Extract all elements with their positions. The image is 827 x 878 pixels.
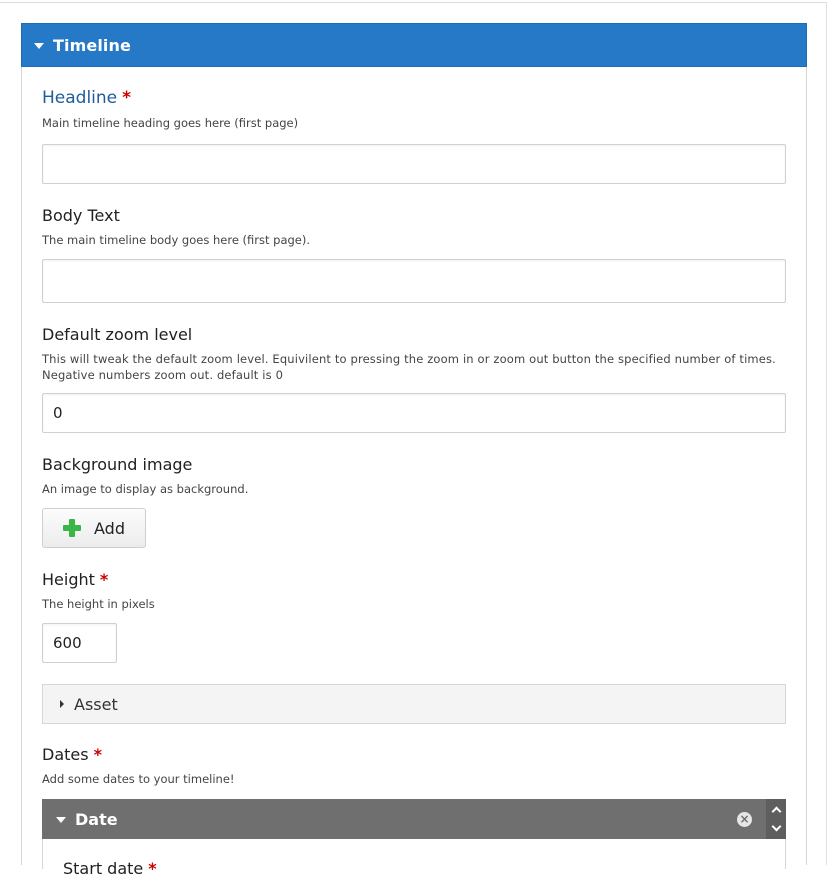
body-text-description: The main timeline body goes here (first … — [42, 233, 311, 247]
dates-description: Add some dates to your timeline! — [42, 772, 235, 786]
headline-field: Headline * Main timeline heading goes he… — [42, 88, 786, 131]
add-button-label: Add — [94, 518, 125, 538]
required-marker: * — [148, 859, 157, 878]
asset-panel-header[interactable]: Asset — [42, 684, 786, 724]
chevron-up-icon[interactable] — [771, 806, 781, 817]
dates-label: Dates * — [42, 745, 102, 764]
background-image-label: Background image — [42, 455, 193, 474]
body-text-input[interactable] — [42, 259, 786, 303]
default-zoom-label: Default zoom level — [42, 325, 193, 344]
default-zoom-input[interactable] — [42, 393, 786, 433]
caret-down-icon — [34, 42, 44, 49]
headline-label: Headline * — [42, 88, 132, 108]
chevron-down-icon[interactable] — [771, 821, 781, 832]
plus-icon — [63, 519, 81, 537]
start-date-label: Start date * — [63, 859, 157, 878]
headline-description: Main timeline heading goes here (first p… — [42, 116, 299, 130]
background-image-field: Background image An image to display as … — [42, 455, 786, 497]
add-image-button[interactable]: Add — [42, 508, 146, 548]
height-field: Height * The height in pixels — [42, 570, 786, 612]
headline-input[interactable] — [42, 144, 786, 184]
close-icon[interactable]: × — [737, 812, 752, 827]
body-text-label: Body Text — [42, 206, 120, 225]
timeline-group-header[interactable]: Timeline — [21, 23, 807, 67]
date-item-header[interactable]: Date × — [42, 799, 786, 839]
required-marker: * — [122, 88, 132, 108]
group-title: Timeline — [53, 35, 131, 55]
default-zoom-field: Default zoom level This will tweak the d… — [42, 325, 786, 383]
asset-label: Asset — [74, 694, 118, 714]
required-marker: * — [93, 745, 102, 764]
height-label: Height * — [42, 570, 109, 589]
height-description: The height in pixels — [42, 597, 155, 611]
required-marker: * — [99, 570, 109, 589]
date-item-title: Date — [75, 809, 118, 829]
height-input[interactable] — [42, 623, 117, 663]
dates-field: Dates * Add some dates to your timeline! — [42, 745, 786, 787]
caret-right-icon — [60, 700, 64, 708]
timeline-group: Timeline Headline * Main timeline headin… — [21, 23, 807, 878]
order-controls — [766, 799, 786, 839]
background-image-description: An image to display as background. — [42, 482, 249, 496]
body-text-field: Body Text The main timeline body goes he… — [42, 206, 786, 248]
caret-down-icon — [56, 816, 66, 823]
default-zoom-description: This will tweak the default zoom level. … — [42, 352, 776, 382]
